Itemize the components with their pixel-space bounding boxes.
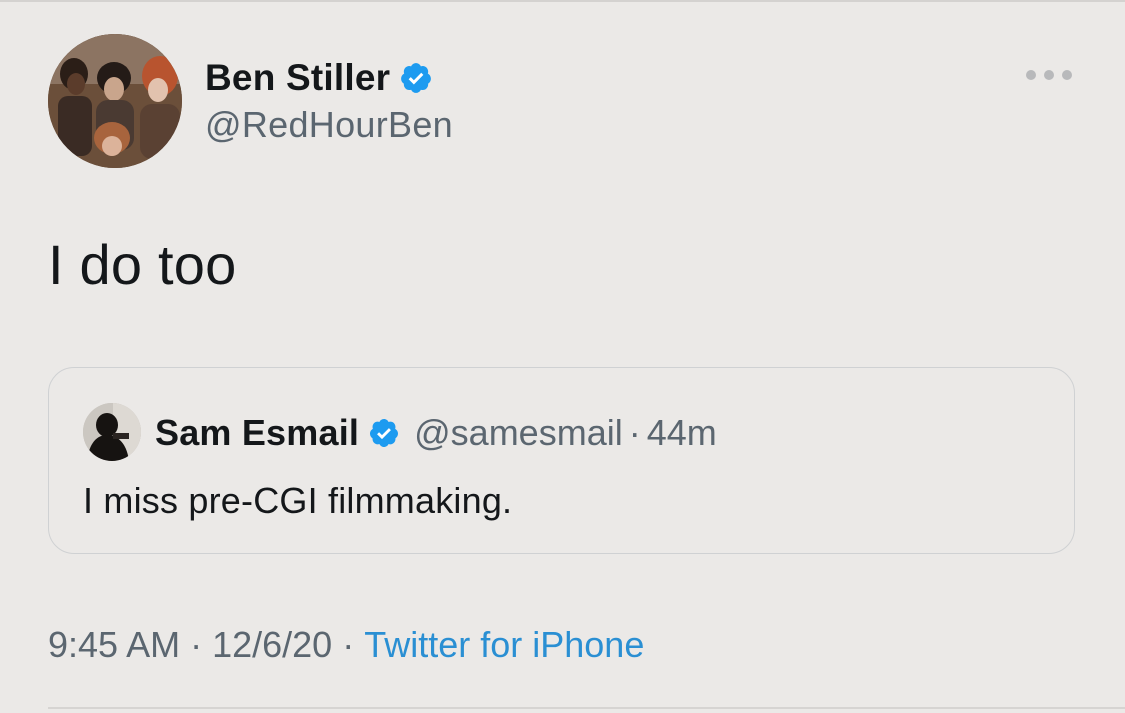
quoted-author-name[interactable]: Sam Esmail xyxy=(155,412,359,454)
tweet-time[interactable]: 9:45 AM xyxy=(48,624,180,666)
separator-dot: · xyxy=(190,624,203,665)
tweet-source-link[interactable]: Twitter for iPhone xyxy=(364,624,644,666)
verified-badge-icon xyxy=(399,61,433,95)
tweet-meta: 9:45 AM · 12/6/20 · Twitter for iPhone xyxy=(48,624,644,666)
author-name[interactable]: Ben Stiller xyxy=(205,57,390,99)
tweet-detail: Ben Stiller @RedHourBen I do too Sam Esm… xyxy=(0,0,1125,713)
bottom-divider xyxy=(48,707,1125,709)
author-avatar[interactable] xyxy=(48,34,182,168)
separator-dot: · xyxy=(628,412,641,453)
author-name-row[interactable]: Ben Stiller xyxy=(205,52,433,104)
verified-badge-icon xyxy=(368,417,400,449)
more-dot xyxy=(1062,70,1072,80)
more-options-icon[interactable] xyxy=(1026,62,1072,88)
more-dot xyxy=(1044,70,1054,80)
quoted-author-avatar[interactable] xyxy=(83,403,141,461)
quoted-tweet-time[interactable]: 44m xyxy=(647,412,717,454)
tweet-date[interactable]: 12/6/20 xyxy=(212,624,332,666)
quoted-tweet-header: Sam Esmail @samesmail · 44m xyxy=(155,408,717,458)
quoted-tweet-card[interactable]: Sam Esmail @samesmail · 44m I miss pre-C… xyxy=(48,367,1075,554)
tweet-text: I do too xyxy=(48,233,237,296)
more-dot xyxy=(1026,70,1036,80)
quoted-tweet-text: I miss pre-CGI filmmaking. xyxy=(83,480,513,521)
separator-dot: · xyxy=(342,624,355,665)
author-handle[interactable]: @RedHourBen xyxy=(205,104,453,146)
quoted-author-handle[interactable]: @samesmail xyxy=(414,412,623,454)
